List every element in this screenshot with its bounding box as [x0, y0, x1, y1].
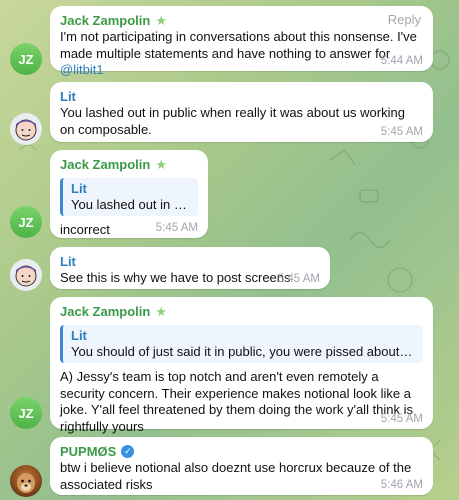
avatar[interactable]: JZ — [10, 397, 42, 429]
message-text: You lashed out in public when really it … — [60, 105, 405, 137]
sender-name[interactable]: Jack Zampolin ★ — [60, 156, 198, 173]
sender-name[interactable]: Jack Zampolin ★ — [60, 303, 423, 320]
avatar-initials: JZ — [18, 51, 34, 67]
quoted-message[interactable]: Lit You should of just said it in public… — [60, 325, 423, 363]
avatar[interactable] — [10, 113, 42, 145]
quote-text: You should of just said it in public, yo… — [71, 344, 415, 359]
star-icon: ★ — [155, 156, 167, 172]
quoted-message[interactable]: Lit You lashed out in publ… — [60, 178, 198, 216]
timestamp: 5:46 AM — [380, 479, 423, 491]
quote-sender: Lit — [71, 181, 87, 196]
sender-name[interactable]: Lit — [60, 253, 320, 270]
timestamp: 5:45 AM — [380, 126, 423, 138]
message-bubble[interactable]: Jack Zampolin ★ Reply I'm not participat… — [50, 6, 433, 77]
quote-text: You lashed out in publ… — [71, 197, 190, 212]
timestamp: 5:44 AM — [380, 55, 423, 67]
timestamp: 5:45 AM — [277, 273, 320, 285]
message-bubble[interactable]: Jack Zampolin ★ Lit You should of just s… — [50, 297, 433, 434]
sender-name[interactable]: Lit — [60, 88, 423, 105]
avatar[interactable] — [10, 259, 42, 291]
lit-avatar-icon — [15, 265, 37, 287]
sender-name[interactable]: Jack Zampolin ★ — [60, 12, 423, 29]
avatar-initials: JZ — [18, 405, 34, 421]
message-bubble[interactable]: Lit You lashed out in public when really… — [50, 82, 433, 142]
sender-label[interactable]: Jack Zampolin — [60, 157, 150, 172]
avatar[interactable] — [10, 465, 42, 497]
message-text: btw i believe notional also doeznt use h… — [60, 460, 412, 492]
sender-label[interactable]: Jack Zampolin — [60, 13, 150, 28]
quote-sender: Lit — [71, 328, 87, 343]
message-bubble[interactable]: Jack Zampolin ★ Lit You lashed out in pu… — [50, 150, 208, 238]
sender-label[interactable]: PUPMØS — [60, 444, 116, 459]
sender-label[interactable]: Jack Zampolin — [60, 304, 150, 319]
lit-avatar-icon — [15, 119, 37, 141]
sender-name[interactable]: PUPMØS ✓ — [60, 443, 423, 460]
reply-button[interactable]: Reply — [388, 12, 421, 27]
timestamp: 5:45 AM — [155, 222, 198, 234]
sender-label[interactable]: Lit — [60, 89, 76, 104]
avatar[interactable]: JZ — [10, 43, 42, 75]
avatar-initials: JZ — [18, 214, 34, 230]
star-icon: ★ — [155, 12, 167, 28]
message-bubble[interactable]: Lit See this is why we have to post scre… — [50, 247, 330, 289]
message-text: I'm not participating in conversations a… — [60, 29, 423, 79]
mention-link[interactable]: @litbit1 — [60, 62, 104, 77]
verified-icon: ✓ — [121, 445, 135, 458]
sender-label[interactable]: Lit — [60, 254, 76, 269]
avatar[interactable]: JZ — [10, 206, 42, 238]
star-icon: ★ — [155, 303, 167, 319]
dog-avatar-icon — [17, 473, 35, 493]
message-bubble[interactable]: PUPMØS ✓ btw i believe notional also doe… — [50, 437, 433, 495]
timestamp: 5:45 AM — [380, 413, 423, 425]
message-text: A) Jessy's team is top notch and aren't … — [60, 369, 414, 434]
message-body: I'm not participating in conversations a… — [60, 29, 417, 61]
